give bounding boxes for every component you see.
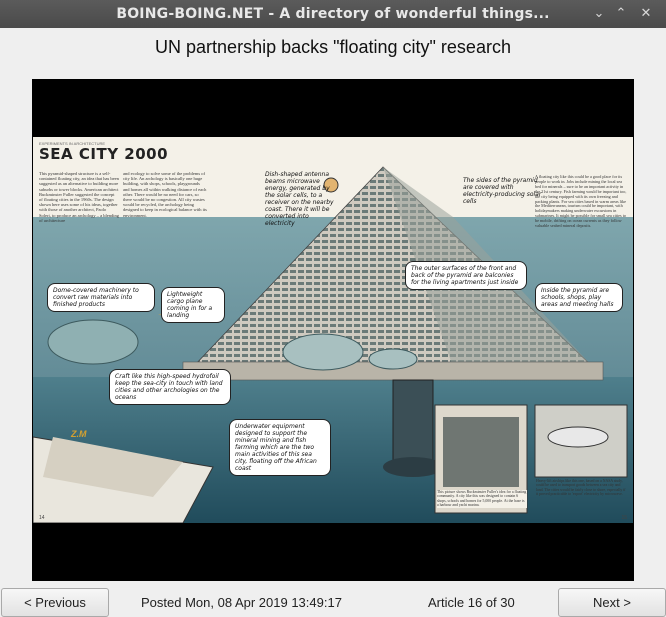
caption-airship: Heavy-lift airships like this one, based… — [536, 479, 626, 497]
image-viewer: EXPERIMENTS IN ARCHITECTURE SEA CITY 200… — [32, 79, 634, 581]
navigation-bar: < Previous Posted Mon, 08 Apr 2019 13:49… — [0, 588, 666, 617]
callout-domes: Dome-covered machinery to convert raw ma… — [47, 283, 155, 312]
minimize-button[interactable]: ⌄ — [589, 4, 609, 24]
close-button[interactable]: ✕ — [636, 4, 656, 24]
callout-solar-cells: The sides of the pyramid are covered wit… — [463, 177, 542, 205]
callout-balconies: The outer surfaces of the front and back… — [405, 261, 527, 290]
page-number-right: 15 — [621, 515, 627, 521]
intro-column-1: This pyramid-shaped structure is a self-… — [39, 171, 119, 223]
callout-dish-antenna: Dish-shaped antenna beams microwave ener… — [265, 171, 334, 227]
hydrofoil-marking: Z.M — [71, 429, 87, 439]
right-column-text: A floating city like this could be a goo… — [535, 174, 627, 229]
article-headline: UN partnership backs "floating city" res… — [155, 37, 511, 57]
caption-fuller: This picture shows Buckminster Fuller's … — [437, 490, 527, 508]
callout-hydrofoil: Craft like this high-speed hydrofoil kee… — [109, 369, 231, 405]
next-button[interactable]: Next > — [558, 588, 666, 617]
article-counter: Article 16 of 30 — [428, 595, 515, 610]
callout-schools: Inside the pyramid are schools, shops, p… — [535, 283, 623, 312]
title-bar: BOING-BOING.NET - A directory of wonderf… — [0, 0, 666, 28]
intro-column-2: and ecology to solve some of the problem… — [123, 171, 207, 218]
previous-button[interactable]: < Previous — [1, 588, 109, 617]
posted-date: Posted Mon, 08 Apr 2019 13:49:17 — [141, 595, 342, 610]
callout-underwater: Underwater equipment designed to support… — [229, 419, 331, 476]
article-illustration: EXPERIMENTS IN ARCHITECTURE SEA CITY 200… — [33, 137, 633, 523]
window-title: BOING-BOING.NET - A directory of wonderf… — [116, 6, 550, 22]
page-number-left: 14 — [39, 515, 45, 521]
illustration-title: SEA CITY 2000 — [39, 145, 169, 163]
callout-cargo-plane: Lightweight cargo plane coming in for a … — [161, 287, 225, 323]
maximize-button[interactable]: ⌃ — [611, 4, 631, 24]
